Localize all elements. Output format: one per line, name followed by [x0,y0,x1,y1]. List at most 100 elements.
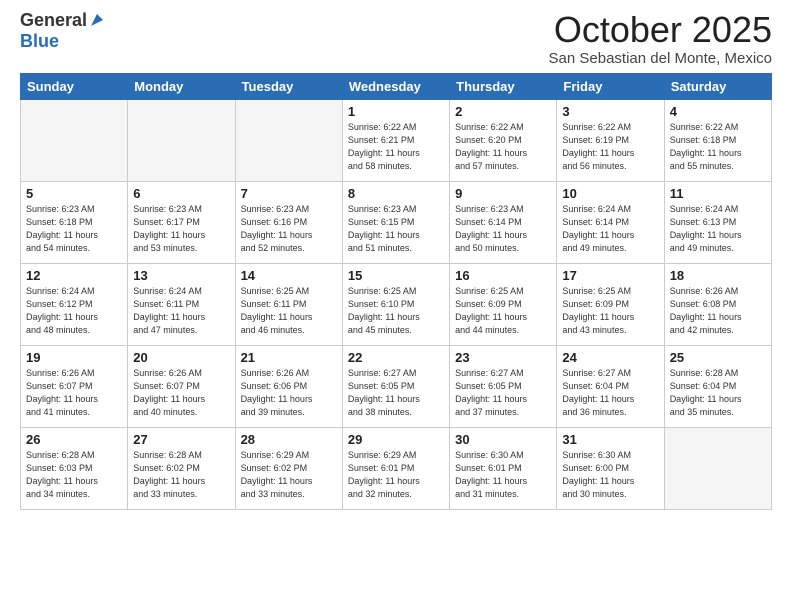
day-info: Sunrise: 6:28 AM Sunset: 6:02 PM Dayligh… [133,449,229,501]
day-number: 13 [133,268,229,283]
day-number: 3 [562,104,658,119]
day-info: Sunrise: 6:27 AM Sunset: 6:05 PM Dayligh… [348,367,444,419]
day-of-week-header: Friday [557,73,664,99]
day-number: 28 [241,432,337,447]
logo-general: General [20,10,87,31]
calendar-day-cell: 29 Sunrise: 6:29 AM Sunset: 6:01 PM Dayli… [342,427,449,509]
calendar-day-cell: 19Sunrise: 6:26 AM Sunset: 6:07 PM Dayli… [21,345,128,427]
calendar-day-cell: 4 Sunrise: 6:22 AM Sunset: 6:18 PM Daylig… [664,99,771,181]
day-info: Sunrise: 6:25 AM Sunset: 6:11 PM Dayligh… [241,285,337,337]
day-number: 9 [455,186,551,201]
day-number: 18 [670,268,766,283]
day-info: Sunrise: 6:22 AM Sunset: 6:19 PM Dayligh… [562,121,658,173]
day-number: 5 [26,186,122,201]
day-number: 11 [670,186,766,201]
day-number: 22 [348,350,444,365]
day-info: Sunrise: 6:28 AM Sunset: 6:04 PM Dayligh… [670,367,766,419]
calendar-day-cell: 18Sunrise: 6:26 AM Sunset: 6:08 PM Dayli… [664,263,771,345]
day-info: Sunrise: 6:22 AM Sunset: 6:18 PM Dayligh… [670,121,766,173]
day-info: Sunrise: 6:24 AM Sunset: 6:14 PM Dayligh… [562,203,658,255]
calendar-table: SundayMondayTuesdayWednesdayThursdayFrid… [20,73,772,510]
day-info: Sunrise: 6:23 AM Sunset: 6:15 PM Dayligh… [348,203,444,255]
calendar-day-cell: 16Sunrise: 6:25 AM Sunset: 6:09 PM Dayli… [450,263,557,345]
day-number: 25 [670,350,766,365]
calendar-day-cell: 5 Sunrise: 6:23 AM Sunset: 6:18 PM Daylig… [21,181,128,263]
day-info: Sunrise: 6:23 AM Sunset: 6:18 PM Dayligh… [26,203,122,255]
calendar-day-cell [21,99,128,181]
day-info: Sunrise: 6:23 AM Sunset: 6:14 PM Dayligh… [455,203,551,255]
day-number: 4 [670,104,766,119]
calendar-day-cell [235,99,342,181]
calendar-day-cell: 8 Sunrise: 6:23 AM Sunset: 6:15 PM Daylig… [342,181,449,263]
calendar-header-row: SundayMondayTuesdayWednesdayThursdayFrid… [21,73,772,99]
calendar-day-cell: 3 Sunrise: 6:22 AM Sunset: 6:19 PM Daylig… [557,99,664,181]
day-number: 1 [348,104,444,119]
day-of-week-header: Tuesday [235,73,342,99]
day-info: Sunrise: 6:25 AM Sunset: 6:10 PM Dayligh… [348,285,444,337]
logo: General Blue [20,10,105,52]
calendar-day-cell: 28 Sunrise: 6:29 AM Sunset: 6:02 PM Dayli… [235,427,342,509]
day-number: 23 [455,350,551,365]
calendar-day-cell: 24 Sunrise: 6:27 AM Sunset: 6:04 PM Dayli… [557,345,664,427]
calendar-day-cell: 13 Sunrise: 6:24 AM Sunset: 6:11 PM Dayli… [128,263,235,345]
day-info: Sunrise: 6:23 AM Sunset: 6:16 PM Dayligh… [241,203,337,255]
calendar-day-cell: 12Sunrise: 6:24 AM Sunset: 6:12 PM Dayli… [21,263,128,345]
calendar-day-cell: 7 Sunrise: 6:23 AM Sunset: 6:16 PM Daylig… [235,181,342,263]
day-number: 17 [562,268,658,283]
calendar-week-row: 5 Sunrise: 6:23 AM Sunset: 6:18 PM Daylig… [21,181,772,263]
calendar-week-row: 1Sunrise: 6:22 AM Sunset: 6:21 PM Daylig… [21,99,772,181]
logo-blue: Blue [20,31,59,52]
calendar-day-cell: 9 Sunrise: 6:23 AM Sunset: 6:14 PM Daylig… [450,181,557,263]
day-info: Sunrise: 6:27 AM Sunset: 6:04 PM Dayligh… [562,367,658,419]
day-number: 6 [133,186,229,201]
day-number: 14 [241,268,337,283]
day-number: 30 [455,432,551,447]
calendar-day-cell: 6 Sunrise: 6:23 AM Sunset: 6:17 PM Daylig… [128,181,235,263]
calendar-day-cell: 25 Sunrise: 6:28 AM Sunset: 6:04 PM Dayli… [664,345,771,427]
calendar-day-cell: 10 Sunrise: 6:24 AM Sunset: 6:14 PM Dayli… [557,181,664,263]
title-block: October 2025 San Sebastian del Monte, Me… [549,10,772,67]
calendar-day-cell: 11 Sunrise: 6:24 AM Sunset: 6:13 PM Dayli… [664,181,771,263]
day-of-week-header: Thursday [450,73,557,99]
day-of-week-header: Monday [128,73,235,99]
day-number: 27 [133,432,229,447]
day-info: Sunrise: 6:24 AM Sunset: 6:11 PM Dayligh… [133,285,229,337]
logo-icon [89,12,105,28]
day-of-week-header: Saturday [664,73,771,99]
day-number: 21 [241,350,337,365]
day-number: 20 [133,350,229,365]
day-info: Sunrise: 6:24 AM Sunset: 6:13 PM Dayligh… [670,203,766,255]
calendar-day-cell: 17 Sunrise: 6:25 AM Sunset: 6:09 PM Dayli… [557,263,664,345]
day-of-week-header: Wednesday [342,73,449,99]
day-info: Sunrise: 6:29 AM Sunset: 6:01 PM Dayligh… [348,449,444,501]
calendar-day-cell: 22 Sunrise: 6:27 AM Sunset: 6:05 PM Dayli… [342,345,449,427]
month-title: October 2025 [549,10,772,50]
day-info: Sunrise: 6:23 AM Sunset: 6:17 PM Dayligh… [133,203,229,255]
calendar-week-row: 12Sunrise: 6:24 AM Sunset: 6:12 PM Dayli… [21,263,772,345]
day-info: Sunrise: 6:27 AM Sunset: 6:05 PM Dayligh… [455,367,551,419]
page: General Blue October 2025 San Sebastian … [0,0,792,612]
day-number: 10 [562,186,658,201]
day-number: 7 [241,186,337,201]
day-number: 29 [348,432,444,447]
calendar-day-cell [128,99,235,181]
day-info: Sunrise: 6:28 AM Sunset: 6:03 PM Dayligh… [26,449,122,501]
calendar-day-cell: 14 Sunrise: 6:25 AM Sunset: 6:11 PM Dayli… [235,263,342,345]
day-info: Sunrise: 6:29 AM Sunset: 6:02 PM Dayligh… [241,449,337,501]
day-of-week-header: Sunday [21,73,128,99]
day-info: Sunrise: 6:30 AM Sunset: 6:00 PM Dayligh… [562,449,658,501]
day-number: 26 [26,432,122,447]
day-info: Sunrise: 6:24 AM Sunset: 6:12 PM Dayligh… [26,285,122,337]
day-number: 8 [348,186,444,201]
day-info: Sunrise: 6:30 AM Sunset: 6:01 PM Dayligh… [455,449,551,501]
day-info: Sunrise: 6:22 AM Sunset: 6:20 PM Dayligh… [455,121,551,173]
calendar-day-cell: 30 Sunrise: 6:30 AM Sunset: 6:01 PM Dayli… [450,427,557,509]
day-number: 24 [562,350,658,365]
calendar-day-cell: 20Sunrise: 6:26 AM Sunset: 6:07 PM Dayli… [128,345,235,427]
calendar-week-row: 26 Sunrise: 6:28 AM Sunset: 6:03 PM Dayli… [21,427,772,509]
day-info: Sunrise: 6:26 AM Sunset: 6:06 PM Dayligh… [241,367,337,419]
day-number: 15 [348,268,444,283]
day-info: Sunrise: 6:25 AM Sunset: 6:09 PM Dayligh… [455,285,551,337]
day-info: Sunrise: 6:25 AM Sunset: 6:09 PM Dayligh… [562,285,658,337]
calendar-day-cell: 21 Sunrise: 6:26 AM Sunset: 6:06 PM Dayli… [235,345,342,427]
